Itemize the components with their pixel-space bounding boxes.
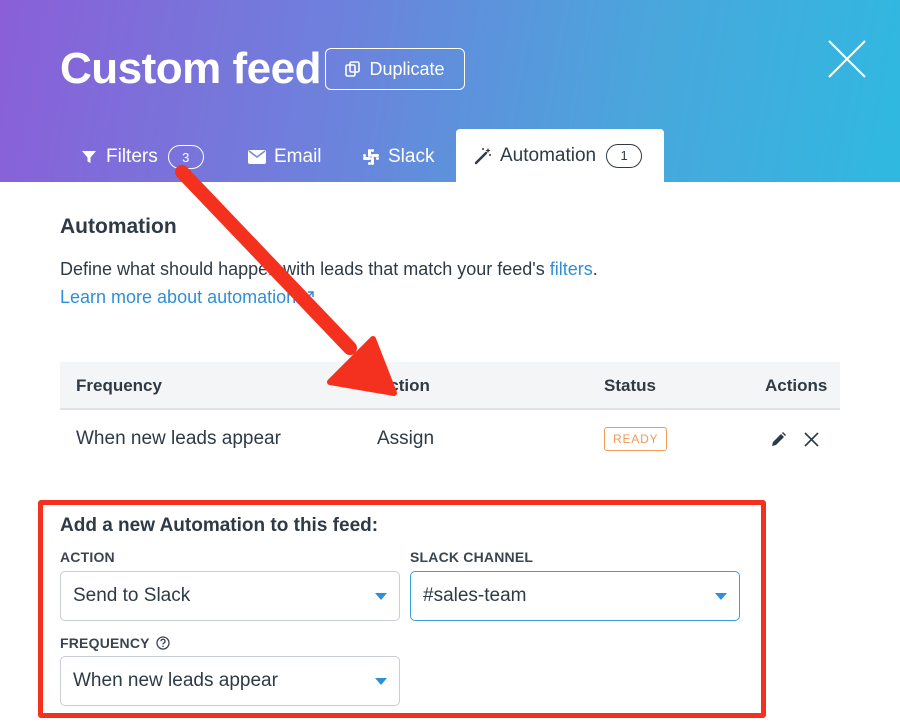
close-icon[interactable] bbox=[826, 38, 868, 80]
duplicate-label: Duplicate bbox=[369, 58, 445, 79]
page-title: Custom feed bbox=[60, 44, 321, 93]
chevron-down-icon bbox=[375, 593, 387, 600]
action-select[interactable]: Send to Slack bbox=[60, 571, 400, 621]
tab-filters[interactable]: Filters 3 bbox=[80, 140, 204, 174]
filters-link[interactable]: filters bbox=[550, 259, 593, 279]
frequency-select-value: When new leads appear bbox=[73, 670, 278, 691]
column-header-status: Status bbox=[604, 376, 656, 395]
frequency-select[interactable]: When new leads appear bbox=[60, 656, 400, 706]
edit-pencil-icon[interactable] bbox=[770, 431, 787, 453]
tab-slack[interactable]: Slack bbox=[362, 140, 434, 174]
action-label: ACTION bbox=[60, 549, 115, 565]
tab-email[interactable]: Email bbox=[248, 140, 322, 174]
tab-filters-label: Filters bbox=[106, 146, 158, 167]
action-label-text: ACTION bbox=[60, 549, 115, 565]
slack-channel-label-text: SLACK CHANNEL bbox=[410, 549, 534, 565]
slack-icon bbox=[362, 148, 380, 166]
action-select-value: Send to Slack bbox=[73, 585, 191, 606]
learn-more-label: Learn more about automation bbox=[60, 287, 297, 307]
tab-email-label: Email bbox=[274, 146, 322, 167]
frequency-label-text: FREQUENCY bbox=[60, 635, 150, 651]
learn-more-link[interactable]: Learn more about automation bbox=[60, 287, 314, 308]
row-action: Assign bbox=[377, 428, 435, 449]
envelope-icon bbox=[248, 148, 266, 166]
filter-icon bbox=[80, 148, 98, 166]
chevron-down-icon bbox=[375, 678, 387, 685]
slack-channel-select-value: #sales-team bbox=[423, 585, 527, 606]
column-header-actions: Actions bbox=[765, 376, 828, 395]
slack-channel-select[interactable]: #sales-team bbox=[410, 571, 740, 621]
column-header-action: Action bbox=[377, 376, 430, 395]
tab-automation[interactable]: Automation 1 bbox=[456, 129, 664, 182]
add-automation-heading: Add a new Automation to this feed: bbox=[60, 515, 379, 536]
description: Define what should happen with leads tha… bbox=[60, 259, 598, 280]
delete-close-icon[interactable] bbox=[803, 431, 820, 453]
slack-channel-label: SLACK CHANNEL bbox=[410, 549, 533, 565]
help-question-icon[interactable] bbox=[156, 636, 170, 650]
description-suffix: . bbox=[592, 259, 598, 279]
table-header: Frequency Action Status Actions bbox=[60, 362, 840, 410]
filters-count-badge: 3 bbox=[167, 145, 204, 169]
tab-automation-label: Automation bbox=[500, 144, 597, 166]
column-header-frequency: Frequency bbox=[76, 376, 162, 395]
frequency-label: FREQUENCY bbox=[60, 635, 170, 651]
section-heading: Automation bbox=[60, 215, 177, 238]
external-link-icon bbox=[300, 290, 314, 305]
row-frequency: When new leads appear bbox=[76, 428, 281, 449]
description-text: Define what should happen with leads tha… bbox=[60, 259, 550, 279]
automation-count-badge: 1 bbox=[606, 143, 643, 168]
duplicate-icon bbox=[345, 61, 361, 77]
tab-slack-label: Slack bbox=[388, 146, 435, 167]
chevron-down-icon bbox=[715, 593, 727, 600]
magic-wand-icon bbox=[474, 147, 492, 165]
duplicate-button[interactable]: Duplicate bbox=[325, 48, 465, 90]
status-badge: READY bbox=[604, 427, 668, 451]
